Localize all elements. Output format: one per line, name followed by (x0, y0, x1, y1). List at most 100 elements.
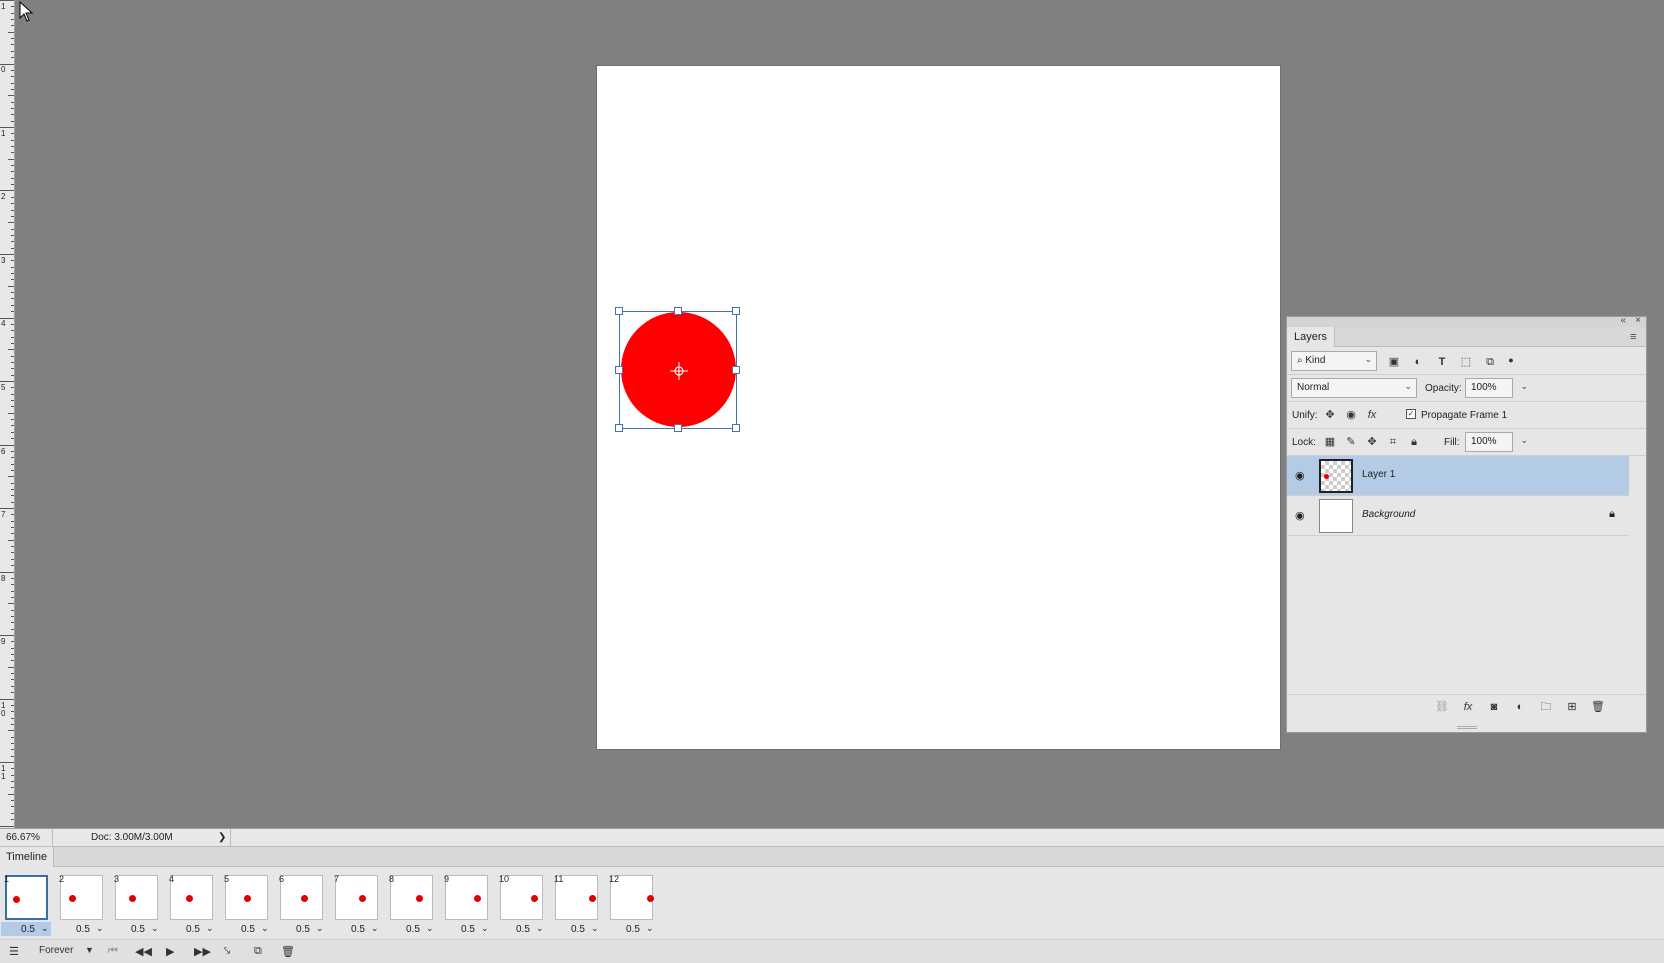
ruler-tick (0, 572, 14, 573)
chevron-down-icon[interactable]: ⌄ (1520, 435, 1528, 446)
chevron-down-icon[interactable]: ⌄ (206, 923, 214, 934)
lock-all-icon[interactable]: 🔒︎ (1407, 435, 1421, 449)
duplicate-frame-icon[interactable]: ⧉ (254, 945, 262, 958)
transform-handle-top-left[interactable] (615, 307, 623, 315)
timeline-frame[interactable]: 2 0.5 ⌄ (56, 872, 108, 940)
frame-delay[interactable]: 0.5 (131, 924, 145, 935)
frame-delay[interactable]: 0.5 (76, 924, 90, 935)
smart-object-filter-icon[interactable]: ⧉ (1483, 355, 1497, 369)
transform-handle-left[interactable] (615, 366, 623, 374)
lock-transparent-pixels-icon[interactable]: ▦ (1323, 435, 1337, 449)
lock-image-pixels-icon[interactable]: ✎ (1344, 435, 1358, 449)
chevron-down-icon[interactable]: ⌄ (591, 923, 599, 934)
layer-name[interactable]: Background (1362, 509, 1415, 520)
loop-select[interactable]: Forever (39, 945, 73, 956)
collapse-panel-icon[interactable]: « (1620, 315, 1626, 326)
visibility-eye-icon[interactable]: ◉ (1295, 469, 1309, 482)
propagate-frame-checkbox[interactable]: ✓ (1406, 409, 1416, 419)
timeline-frame[interactable]: 12 0.5 ⌄ (606, 872, 658, 940)
first-frame-icon[interactable]: ⏮ (108, 945, 118, 958)
layer-row-background[interactable]: ◉ Background 🔒︎ (1287, 496, 1629, 536)
frame-delay[interactable]: 0.5 (351, 924, 365, 935)
timeline-frame[interactable]: 7 0.5 ⌄ (331, 872, 383, 940)
vertical-ruler[interactable]: 101234567891 01 1 (0, 0, 15, 828)
frame-delay[interactable]: 0.5 (296, 924, 310, 935)
tween-icon[interactable]: ⤥ (224, 945, 230, 958)
frame-delay[interactable]: 0.5 (21, 924, 35, 935)
tab-layers[interactable]: Layers (1287, 327, 1336, 347)
timeline-frame[interactable]: 6 0.5 ⌄ (276, 872, 328, 940)
panel-menu-icon[interactable]: ≡ (1630, 331, 1640, 343)
chevron-down-icon[interactable]: ▼ (85, 945, 94, 955)
document-canvas[interactable] (597, 66, 1280, 749)
new-adjustment-layer-icon[interactable]: ◐ (1513, 700, 1527, 714)
unify-position-icon[interactable]: ✥ (1323, 408, 1337, 422)
lock-position-icon[interactable]: ✥ (1365, 435, 1379, 449)
timeline-frame[interactable]: 10 0.5 ⌄ (496, 872, 548, 940)
chevron-down-icon[interactable]: ⌄ (536, 923, 544, 934)
chevron-down-icon[interactable]: ⌄ (1520, 381, 1528, 392)
new-group-icon[interactable]: 🗀 (1539, 700, 1553, 714)
chevron-down-icon[interactable]: ⌄ (426, 923, 434, 934)
new-layer-icon[interactable]: ⊞ (1565, 700, 1579, 714)
blend-mode-select[interactable]: Normal ⌄ (1291, 378, 1417, 398)
adjustment-layer-filter-icon[interactable]: ◐ (1411, 355, 1425, 369)
chevron-down-icon[interactable]: ⌄ (316, 923, 324, 934)
add-layer-style-icon[interactable]: fx (1461, 700, 1475, 714)
chevron-down-icon[interactable]: ⌄ (261, 923, 269, 934)
chevron-down-icon[interactable]: ⌄ (371, 923, 379, 934)
type-layer-filter-icon[interactable]: T (1435, 355, 1449, 369)
chevron-down-icon[interactable]: ⌄ (41, 923, 49, 934)
zoom-level[interactable]: 66.67% (6, 832, 40, 843)
chevron-down-icon[interactable]: ⌄ (646, 923, 654, 934)
close-panel-icon[interactable]: × (1635, 315, 1641, 326)
transform-handle-bottom-left[interactable] (615, 424, 623, 432)
transform-handle-top[interactable] (674, 307, 682, 315)
visibility-eye-icon[interactable]: ◉ (1295, 509, 1309, 522)
frame-delay[interactable]: 0.5 (406, 924, 420, 935)
add-mask-icon[interactable]: ◙ (1487, 700, 1501, 714)
transform-handle-top-right[interactable] (732, 307, 740, 315)
previous-frame-icon[interactable]: ◀◀ (135, 945, 152, 958)
fill-input[interactable]: 100% ⌄ (1465, 432, 1528, 452)
frame-delay[interactable]: 0.5 (461, 924, 475, 935)
status-menu-arrow-icon[interactable]: ❯ (218, 832, 226, 843)
transform-handle-right[interactable] (732, 366, 740, 374)
convert-timeline-icon[interactable]: ☰ (9, 945, 19, 958)
layer-row-layer-1[interactable]: ◉ Layer 1 (1287, 456, 1629, 496)
filter-toggle-icon[interactable]: ● (1504, 353, 1518, 367)
delete-layer-icon[interactable]: 🗑︎ (1591, 700, 1605, 714)
frame-delay[interactable]: 0.5 (241, 924, 255, 935)
timeline-frame[interactable]: 9 0.5 ⌄ (441, 872, 493, 940)
layer-name[interactable]: Layer 1 (1362, 469, 1395, 480)
transform-handle-bottom-right[interactable] (732, 424, 740, 432)
chevron-down-icon[interactable]: ⌄ (96, 923, 104, 934)
tab-timeline[interactable]: Timeline (0, 847, 55, 867)
delete-frame-icon[interactable]: 🗑︎ (281, 945, 295, 958)
lock-artboard-icon[interactable]: ⌗ (1386, 435, 1400, 449)
shape-layer-filter-icon[interactable]: ⬚ (1459, 355, 1473, 369)
frame-delay[interactable]: 0.5 (516, 924, 530, 935)
play-icon[interactable]: ▶ (166, 945, 174, 958)
chevron-down-icon[interactable]: ⌄ (481, 923, 489, 934)
link-layers-icon[interactable]: ⛓ (1435, 700, 1449, 714)
frame-delay[interactable]: 0.5 (626, 924, 640, 935)
frame-delay[interactable]: 0.5 (186, 924, 200, 935)
transform-handle-bottom[interactable] (674, 424, 682, 432)
timeline-frame[interactable]: 5 0.5 ⌄ (221, 872, 273, 940)
opacity-input[interactable]: 100% ⌄ (1465, 378, 1528, 398)
filter-kind-select[interactable]: ⌕ Kind ⌄ (1291, 351, 1377, 371)
chevron-down-icon[interactable]: ⌄ (151, 923, 159, 934)
unify-style-icon[interactable]: fx (1365, 408, 1379, 422)
timeline-frame[interactable]: 8 0.5 ⌄ (386, 872, 438, 940)
timeline-frame[interactable]: 11 0.5 ⌄ (551, 872, 603, 940)
timeline-frame[interactable]: 1 0.5 ⌄ (1, 872, 53, 940)
next-frame-icon[interactable]: ▶▶ (194, 945, 211, 958)
timeline-frame[interactable]: 4 0.5 ⌄ (166, 872, 218, 940)
resize-grip[interactable] (1457, 726, 1477, 729)
unify-visibility-icon[interactable]: ◉ (1344, 408, 1358, 422)
pixel-layer-filter-icon[interactable]: ▣ (1387, 355, 1401, 369)
frame-delay[interactable]: 0.5 (571, 924, 585, 935)
timeline-frame[interactable]: 3 0.5 ⌄ (111, 872, 163, 940)
reference-point-icon[interactable] (670, 362, 688, 380)
